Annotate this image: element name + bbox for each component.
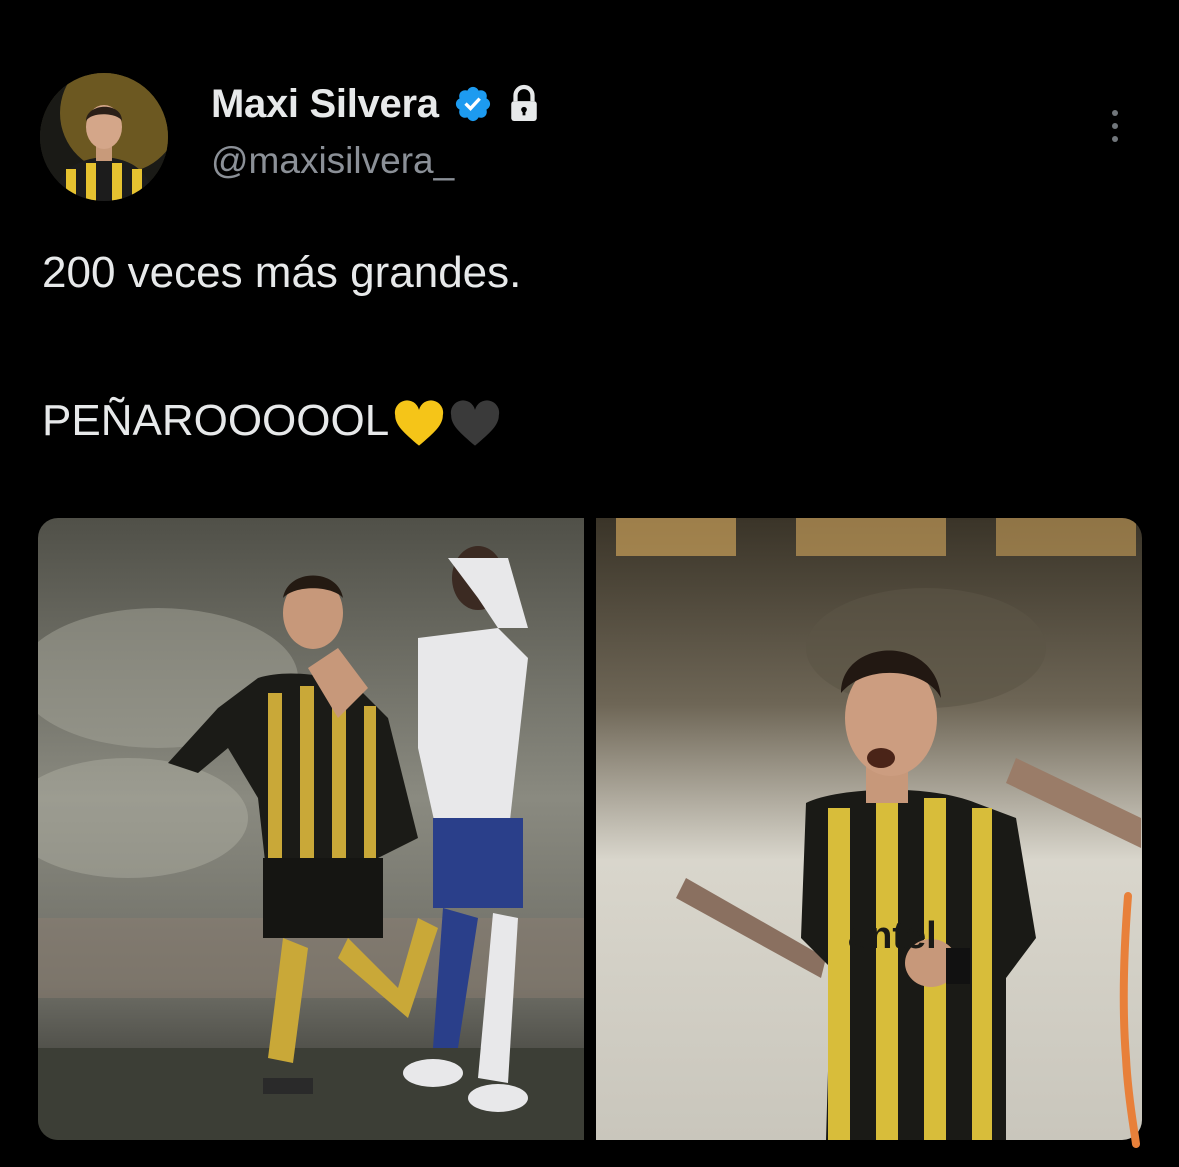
photo-player-kissing-badge xyxy=(38,518,584,1140)
more-dot xyxy=(1112,123,1118,129)
author-name-row: Maxi Silvera xyxy=(211,78,541,130)
jersey-sponsor-text: antel xyxy=(848,915,937,957)
verified-badge-icon xyxy=(453,84,493,124)
tweet-media-grid: antel xyxy=(38,518,1142,1140)
tweet-photo-1[interactable] xyxy=(38,518,584,1140)
tweet-text-line-2: PEÑAROOOOOL xyxy=(42,396,390,445)
more-options-icon[interactable] xyxy=(1097,98,1133,154)
tweet-text-line-2-row: PEÑAROOOOOL xyxy=(42,392,501,450)
author-handle[interactable]: @maxisilvera_ xyxy=(211,140,454,182)
more-dot xyxy=(1112,110,1118,116)
tweet-photo-2[interactable]: antel xyxy=(596,518,1142,1140)
lock-icon xyxy=(507,84,541,124)
profile-avatar[interactable] xyxy=(40,73,168,201)
avatar-image xyxy=(40,73,168,201)
yellow-heart-icon xyxy=(393,400,445,448)
tweet-text-line-1: 200 veces más grandes. xyxy=(42,248,522,297)
author-display-name[interactable]: Maxi Silvera xyxy=(211,82,439,127)
black-heart-icon xyxy=(449,400,501,448)
orange-scribble-mark xyxy=(1119,892,1140,1148)
tweet: Maxi Silvera @maxisilvera_ 200 veces más… xyxy=(0,0,1179,1167)
more-dot xyxy=(1112,136,1118,142)
photo-player-celebrating: antel xyxy=(596,518,1142,1140)
